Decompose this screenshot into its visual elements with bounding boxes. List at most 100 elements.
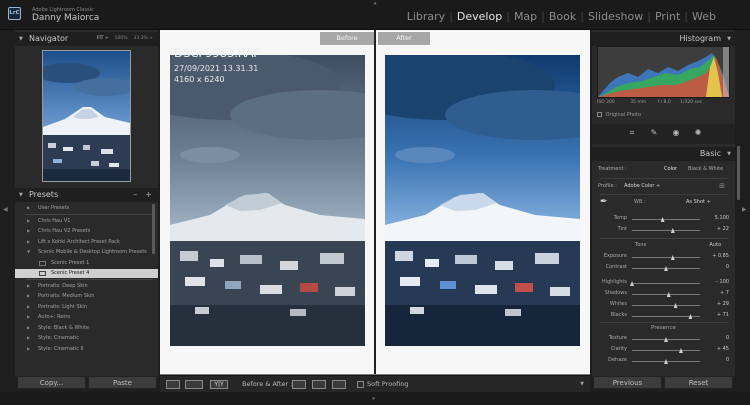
module-book[interactable]: Book <box>545 10 580 23</box>
slider-value[interactable]: + 29 <box>717 301 729 307</box>
previous-button[interactable]: Previous <box>593 376 662 389</box>
presets-title: Presets <box>29 190 59 199</box>
slider-value[interactable]: 0 <box>726 264 729 270</box>
remove-preset-icon[interactable]: – <box>133 190 137 199</box>
collapsed-triangle-icon[interactable]: ▶ <box>27 239 30 244</box>
slider-value[interactable]: + 7 <box>720 290 729 296</box>
preset-item[interactable]: Scenic Preset 1 <box>15 259 158 268</box>
slider-track[interactable] <box>632 350 700 351</box>
navigator-header[interactable]: ▼ Navigator FIT ÷ 100% 33.3% ÷ <box>15 32 158 46</box>
module-slideshow[interactable]: Slideshow <box>584 10 647 23</box>
treatment-color[interactable]: Color <box>664 166 677 172</box>
right-panel-scrollbar[interactable] <box>737 146 740 200</box>
preset-group[interactable]: ▶ Style: Cinematic <box>15 334 158 343</box>
slider-value[interactable]: 5.100 <box>715 215 729 221</box>
module-print[interactable]: Print <box>651 10 684 23</box>
navigator-preview[interactable] <box>42 50 131 182</box>
slider-value[interactable]: 0 <box>726 357 729 363</box>
divider <box>600 238 728 239</box>
before-photo[interactable] <box>170 55 365 346</box>
slider-row: Whites + 29 <box>592 300 735 310</box>
collapsed-triangle-icon[interactable]: ▶ <box>27 283 30 288</box>
module-library[interactable]: Library <box>403 10 449 23</box>
paste-button[interactable]: Paste <box>88 376 157 389</box>
slider-track[interactable] <box>632 257 700 258</box>
zoom-fit[interactable]: FIT ÷ <box>97 36 109 41</box>
toolbar-menu-icon[interactable]: ▼ <box>580 381 584 387</box>
collapsed-triangle-icon[interactable]: ▶ <box>27 205 30 210</box>
auto-tone-button[interactable]: Auto <box>709 242 721 248</box>
zoom-100[interactable]: 100% <box>115 36 128 41</box>
presets-scrollbar[interactable] <box>152 204 155 254</box>
slider-track[interactable] <box>632 305 700 306</box>
wb-eyedropper-icon[interactable]: ✒ <box>600 197 608 207</box>
filmstrip-toggle-icon[interactable]: ▼ <box>372 396 375 401</box>
expanded-triangle-icon[interactable]: ▼ <box>27 249 30 254</box>
zoom-custom[interactable]: 33.3% ÷ <box>134 36 154 41</box>
right-panel-toggle-icon[interactable]: ▶ <box>742 206 748 213</box>
slider-track[interactable] <box>632 294 700 295</box>
preset-icon <box>39 260 46 266</box>
slider-value[interactable]: – 100 <box>715 279 729 285</box>
slider-row: Clarity + 45 <box>592 345 735 355</box>
preset-group[interactable]: ▶ Portraits: Medium Skin <box>15 292 158 301</box>
slider-track[interactable] <box>632 219 700 220</box>
soft-proofing-checkbox[interactable] <box>357 381 364 388</box>
profile-select[interactable]: Adobe Color ÷ <box>624 183 660 189</box>
collapsed-triangle-icon[interactable]: ▶ <box>27 293 30 298</box>
presets-header[interactable]: ▼ Presets – + <box>15 188 158 202</box>
copy-button[interactable]: Copy... <box>17 376 86 389</box>
reset-button[interactable]: Reset <box>664 376 733 389</box>
collapsed-triangle-icon[interactable]: ▶ <box>27 304 30 309</box>
toolbar: Y|Y Before & After : Soft Proofing ▼ <box>160 375 590 392</box>
preset-group[interactable]: ▶ Portraits: Light Skin <box>15 303 158 312</box>
slider-value[interactable]: 0 <box>726 335 729 341</box>
collapsed-triangle-icon[interactable]: ▶ <box>27 335 30 340</box>
compare-view-icon[interactable] <box>185 380 203 389</box>
preset-group[interactable]: ▶ Style: Black & White <box>15 324 158 333</box>
slider-track[interactable] <box>632 283 700 284</box>
slider-value[interactable]: + 71 <box>717 312 729 318</box>
loupe-view-icon[interactable] <box>166 380 180 389</box>
copy-before-to-after-icon[interactable] <box>292 380 306 389</box>
add-preset-icon[interactable]: + <box>145 190 152 199</box>
before-after-mode-button[interactable]: Y|Y <box>210 380 228 389</box>
slider-row: Shadows + 7 <box>592 289 735 299</box>
top-panel-toggle-icon[interactable]: ▲ <box>372 0 378 5</box>
preset-item[interactable]: Scenic Preset 4 <box>15 269 158 278</box>
preset-group[interactable]: ▶ Chris Hau V2 Presets <box>15 227 158 236</box>
collapsed-triangle-icon[interactable]: ▶ <box>27 314 30 319</box>
profile-browser-icon[interactable]: ⊞ <box>719 182 725 190</box>
slider-value[interactable]: + 0,85 <box>712 253 729 259</box>
slider-track[interactable] <box>632 230 700 231</box>
preset-group[interactable]: ▶ Style: Cinematic II <box>15 345 158 354</box>
wb-label: WB : <box>634 199 646 205</box>
collapsed-triangle-icon[interactable]: ▶ <box>27 346 30 351</box>
collapse-triangle-icon: ▼ <box>19 192 23 198</box>
collapsed-triangle-icon[interactable]: ▶ <box>27 325 30 330</box>
swap-before-after-icon[interactable] <box>332 380 346 389</box>
collapsed-triangle-icon[interactable]: ▶ <box>27 218 30 223</box>
wb-select[interactable]: As Shot ÷ <box>686 199 711 205</box>
preset-group[interactable]: ▶ Auto+: Retro <box>15 313 158 322</box>
module-develop[interactable]: Develop <box>453 10 506 23</box>
slider-value[interactable]: + 45 <box>717 346 729 352</box>
module-web[interactable]: Web <box>688 10 720 23</box>
navigator-zoom-options: FIT ÷ 100% 33.3% ÷ <box>97 36 153 41</box>
preset-group[interactable]: ▶ Chris Hau V1 <box>15 217 158 226</box>
copy-after-to-before-icon[interactable] <box>312 380 326 389</box>
left-panel-toggle-icon[interactable]: ◀ <box>3 206 9 213</box>
preset-group[interactable]: ▶ Lift x Kohki Architect Preset Pack <box>15 238 158 247</box>
slider-label: Tint <box>617 226 627 232</box>
module-map[interactable]: Map <box>510 10 541 23</box>
treatment-bw[interactable]: Black & White <box>688 166 723 172</box>
slider-value[interactable]: + 22 <box>717 226 729 232</box>
preset-group[interactable]: ▶ User Presets <box>15 204 158 213</box>
after-photo[interactable] <box>385 55 580 346</box>
preset-group[interactable]: ▶ Portraits: Deep Skin <box>15 282 158 291</box>
collapsed-triangle-icon[interactable]: ▶ <box>27 228 30 233</box>
preset-label: Auto+: Retro <box>38 314 71 320</box>
preset-group[interactable]: ▼ Scenic Mobile & Desktop Lightroom Prese… <box>15 248 158 257</box>
before-after-label: Before & After : <box>242 380 293 388</box>
preset-label: Portraits: Medium Skin <box>38 293 95 299</box>
